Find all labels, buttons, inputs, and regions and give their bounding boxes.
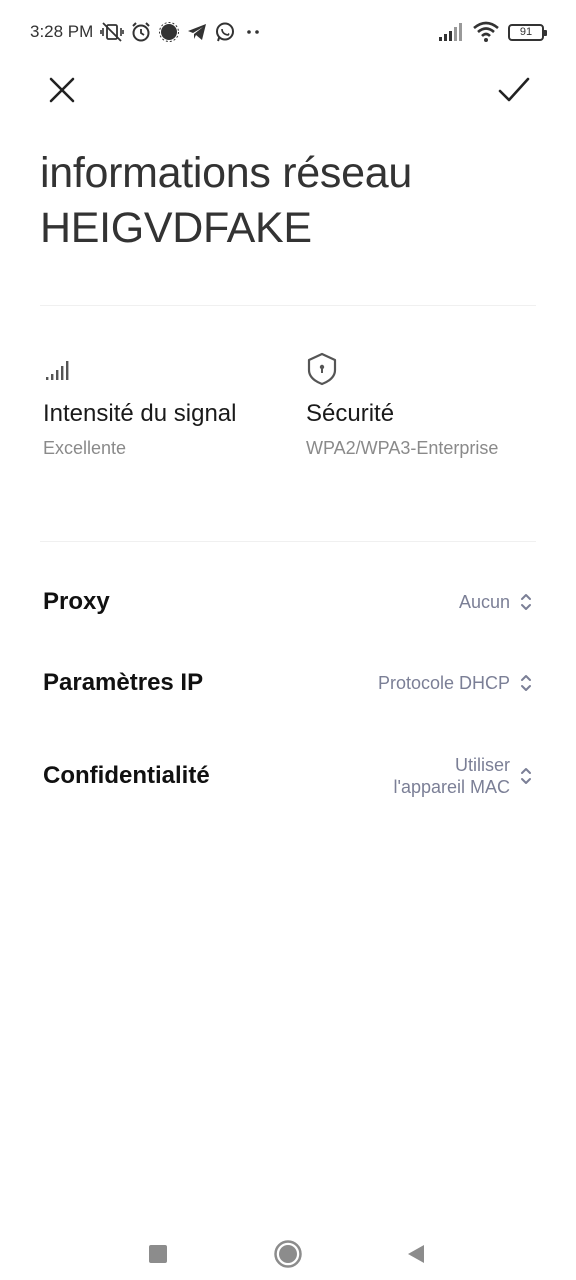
ip-settings-value-selector[interactable]: Protocole DHCP — [378, 672, 532, 694]
close-icon — [48, 76, 76, 109]
privacy-value-line1: Utiliser — [454, 755, 510, 775]
signal-strength-icon — [43, 350, 303, 388]
proxy-value: Aucun — [458, 592, 510, 612]
notification-icons — [100, 20, 264, 44]
chevron-updown-icon — [520, 766, 532, 786]
network-name: HEIGVDFAKE — [40, 204, 312, 252]
back-button[interactable] — [392, 1232, 440, 1280]
ip-settings[interactable]: Paramètres IP Protocole DHCP — [43, 661, 532, 705]
status-bar: 3:28 PM 91 — [0, 0, 576, 64]
security-info: Sécurité WPA2/WPA3-Enterprise — [306, 350, 566, 459]
shield-icon — [306, 350, 566, 388]
divider-top — [40, 305, 536, 306]
navigation-bar — [0, 1210, 576, 1280]
privacy-value: Utiliser l'appareil MAC — [394, 754, 510, 798]
page-title: informations réseau HEIGVDFAKE — [40, 146, 540, 256]
page-title-line1: informations réseau — [40, 149, 412, 197]
wifi-icon — [472, 21, 500, 43]
signal-app-icon — [158, 21, 180, 43]
signal-label: Intensité du signal — [43, 400, 237, 427]
system-icons: 91 — [438, 20, 547, 44]
recents-button[interactable] — [134, 1232, 182, 1280]
security-value: WPA2/WPA3-Enterprise — [306, 438, 499, 458]
signal-info: Intensité du signal Excellente — [43, 350, 303, 459]
muted-vibrate-icon — [100, 21, 124, 43]
telegram-icon — [186, 21, 208, 43]
security-label: Sécurité — [306, 400, 395, 427]
home-button[interactable] — [264, 1232, 312, 1280]
home-circle-icon — [273, 1239, 303, 1274]
alarm-icon — [130, 21, 152, 43]
privacy-value-line2: l'appareil MAC — [393, 777, 510, 797]
proxy-label: Proxy — [43, 588, 110, 615]
signal-value: Excellente — [43, 438, 127, 458]
proxy-value-selector[interactable]: Aucun — [459, 591, 532, 613]
close-button[interactable] — [40, 70, 84, 114]
more-dots-icon — [242, 21, 264, 43]
privacy-value-selector[interactable]: Utiliser l'appareil MAC — [394, 754, 532, 798]
whatsapp-icon — [214, 21, 236, 43]
privacy-setting[interactable]: Confidentialité Utiliser l'appareil MAC — [43, 750, 532, 802]
check-icon — [498, 76, 530, 109]
battery-level: 91 — [519, 26, 533, 38]
recents-square-icon — [148, 1244, 168, 1269]
proxy-setting[interactable]: Proxy Aucun — [43, 580, 532, 624]
ip-settings-label: Paramètres IP — [43, 669, 204, 696]
divider-middle — [40, 541, 536, 542]
status-time: 3:28 PM — [30, 22, 94, 41]
ip-settings-value: Protocole DHCP — [377, 673, 510, 693]
battery-icon: 91 — [508, 23, 547, 41]
back-triangle-icon — [405, 1243, 427, 1270]
cellular-signal-icon — [438, 22, 464, 42]
chevron-updown-icon — [520, 673, 532, 693]
confirm-button[interactable] — [492, 70, 536, 114]
chevron-updown-icon — [520, 592, 532, 612]
privacy-label: Confidentialité — [43, 762, 210, 789]
